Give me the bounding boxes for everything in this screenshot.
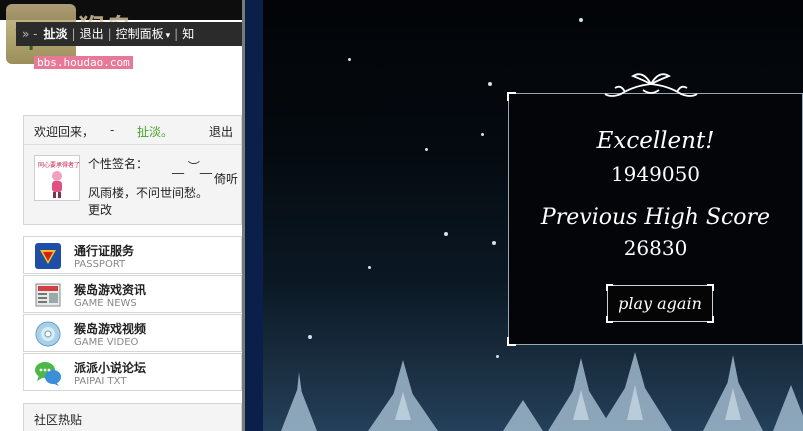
service-subtitle: PAIPAI TXT	[74, 376, 127, 387]
avatar-tag: 同心要承得者了	[38, 162, 81, 169]
service-subtitle: GAME NEWS	[74, 298, 137, 309]
current-score: 1949050	[610, 162, 701, 186]
nav-username[interactable]: 扯淡	[44, 22, 68, 46]
avatar[interactable]: 同心要承得者了	[34, 155, 80, 201]
nav-more[interactable]: 知	[182, 22, 194, 46]
service-title: 派派小说论坛	[74, 361, 147, 375]
welcome-box: 欢迎回来， - 扯淡。 退出 同心要承得者了 个性签名： __ ︶__ 倚听 风…	[23, 115, 242, 225]
welcome-greeting: 欢迎回来，	[34, 125, 95, 139]
newspaper-icon	[35, 283, 61, 307]
cartoon-figure-icon	[52, 171, 62, 198]
disc-icon	[35, 321, 61, 347]
result-label: Excellent!	[596, 128, 715, 154]
community-hot-posts-header[interactable]: 社区热贴	[23, 403, 242, 431]
welcome-logout-link[interactable]: 退出	[209, 123, 233, 140]
chat-bubbles-icon	[35, 362, 61, 386]
forum-sidebar: 猴岛 » -扯淡|退出|控制面板▾|知 bbs.houdao.com 欢迎回来，…	[0, 0, 242, 431]
service-title: 猴岛游戏资讯	[74, 283, 147, 297]
nav-arrows[interactable]: » -	[16, 22, 44, 46]
window-divider-dark	[245, 0, 263, 431]
site-url-badge: bbs.houdao.com	[34, 56, 133, 69]
nav-control-panel[interactable]: 控制面板	[116, 22, 164, 46]
service-paipai-txt[interactable]: 派派小说论坛 PAIPAI TXT	[23, 353, 242, 391]
service-game-news[interactable]: 猴岛游戏资讯 GAME NEWS	[23, 275, 242, 313]
signature-side-text: 倚听	[214, 172, 239, 186]
service-subtitle: GAME VIDEO	[74, 337, 139, 348]
service-game-video[interactable]: 猴岛游戏视频 GAME VIDEO	[23, 314, 242, 352]
high-score-label: Previous High Score	[540, 205, 771, 230]
welcome-username-link[interactable]: 扯淡。	[137, 123, 173, 140]
community-title: 社区热贴	[34, 413, 83, 427]
high-score-value: 26830	[623, 236, 688, 260]
ornament-bow-icon	[604, 73, 698, 97]
service-subtitle: PASSPORT	[74, 259, 126, 270]
signature-marks: __ ︶__	[172, 160, 212, 174]
game-canvas: Excellent! 1949050 Previous High Score 2…	[263, 0, 803, 431]
signature-text: 风雨楼，不问世间愁。	[88, 186, 209, 200]
play-again-button[interactable]: play again	[606, 284, 714, 323]
play-again-label: play again	[618, 294, 702, 313]
top-nav-bar: » - 扯淡 | 退出 | 控制面板 ▾ | 知	[16, 22, 242, 46]
edit-signature-link[interactable]: 更改	[88, 201, 112, 218]
welcome-dash: -	[110, 123, 115, 137]
nav-logout[interactable]: 退出	[80, 22, 104, 46]
signature-label: 个性签名：	[88, 157, 149, 171]
service-title: 猴岛游戏视频	[74, 322, 147, 336]
service-title: 通行证服务	[74, 244, 135, 258]
service-passport[interactable]: 通行证服务 PASSPORT	[23, 236, 242, 274]
superman-icon	[35, 243, 61, 269]
